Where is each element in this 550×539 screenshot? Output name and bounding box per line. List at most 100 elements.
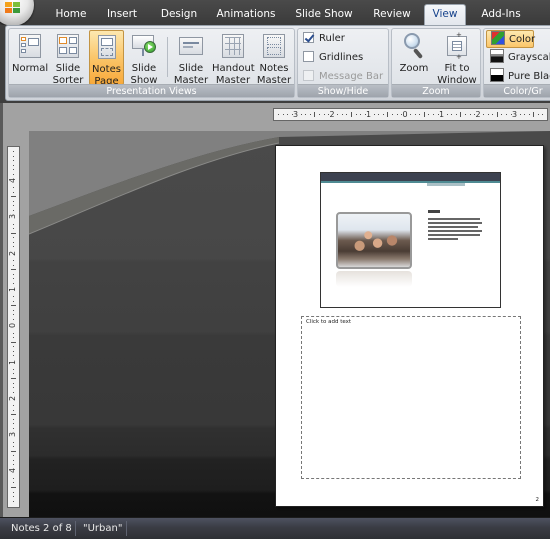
notes-placeholder-text: Click to add text [306, 319, 352, 325]
fit-to-window-icon: + + [444, 32, 470, 61]
ruler-tick [13, 350, 14, 352]
ruler-tick [13, 169, 14, 171]
notes-placeholder-box[interactable]: Click to add text [301, 316, 521, 479]
office-logo-icon [5, 2, 21, 14]
ruler-tick [410, 114, 412, 115]
color-button[interactable]: Color [486, 30, 535, 48]
ruler-tick [309, 114, 311, 115]
notes-master-button[interactable]: Notes Master [256, 30, 292, 86]
status-theme-name: "Urban" [83, 523, 123, 534]
tab-slide-show[interactable]: Slide Show [291, 6, 357, 26]
ruler-tick [501, 114, 503, 115]
slide-thumbnail[interactable] [320, 172, 501, 308]
grayscale-button[interactable]: Grayscale [486, 49, 550, 67]
ruler-tick [291, 114, 293, 115]
office-button[interactable] [0, 0, 34, 26]
notes-master-icon [261, 33, 287, 59]
ruler-tick [506, 114, 507, 115]
ruler-tick [13, 173, 14, 175]
ruler-tick [13, 296, 14, 298]
tab-home[interactable]: Home [52, 6, 90, 26]
slide-sorter-icon [55, 33, 81, 59]
ruler-tick [13, 337, 14, 339]
ruler-tick [13, 455, 14, 457]
ruler-tick [13, 259, 14, 261]
slide-text-line [428, 230, 482, 232]
normal-view-icon [17, 33, 43, 59]
photo-reflection [336, 271, 412, 287]
horizontal-ruler[interactable]: 3 2 1 0 1 2 3 [273, 108, 548, 121]
ruler-tick [13, 464, 14, 466]
tab-review[interactable]: Review [368, 6, 416, 26]
handout-master-button[interactable]: Handout Master [212, 30, 255, 86]
checkbox-unchecked-icon [303, 51, 314, 62]
slide-text-line [428, 238, 458, 240]
ruler-tick [528, 114, 530, 115]
ruler-checkbox[interactable]: Ruler [298, 30, 345, 48]
ruler-tick [414, 114, 416, 115]
ruler-tick [11, 378, 16, 379]
fit-to-window-label-1: Fit to [444, 63, 470, 74]
ruler-tick [496, 112, 498, 117]
gridlines-checkbox[interactable]: Gridlines [298, 49, 363, 67]
ruler-tick [13, 237, 14, 239]
ruler-tick [13, 496, 14, 498]
ruler-tick [314, 112, 316, 117]
zoom-button[interactable]: Zoom [395, 30, 433, 85]
slide-show-label-1: Slide [131, 63, 157, 74]
ruler-tick [13, 391, 14, 393]
ruler-tick [13, 309, 14, 311]
pure-black-label: Pure Black [508, 71, 550, 82]
slide-master-icon [178, 33, 204, 59]
ruler-tick [341, 114, 343, 115]
ruler-tick [13, 210, 14, 212]
ruler-tick [13, 241, 14, 243]
ruler-tick [11, 341, 16, 343]
ruler-tick [282, 114, 284, 115]
ruler-number: 0 [402, 110, 408, 119]
ruler-tick [11, 269, 16, 271]
tab-animations[interactable]: Animations [213, 6, 279, 26]
tab-design[interactable]: Design [155, 6, 203, 26]
tab-view[interactable]: View [424, 4, 466, 26]
magnifier-icon [401, 33, 427, 59]
ribbon: Normal Slide Sorter Notes Page Slide Sho… [0, 25, 550, 103]
ruler-tick [378, 114, 380, 115]
ruler-tick [13, 200, 14, 202]
status-slide-info: Notes 2 of 8 [11, 523, 72, 534]
ruler-tick [11, 305, 16, 307]
slide-header-bar [321, 173, 500, 181]
ruler-tick [350, 112, 352, 117]
ruler-tick [319, 114, 321, 115]
ruler-tick [464, 114, 466, 115]
notes-page-button[interactable]: Notes Page [89, 30, 124, 87]
ruler-tick [460, 112, 462, 117]
ruler-tick [519, 114, 521, 115]
tab-insert[interactable]: Insert [100, 6, 144, 26]
ruler-tick [11, 486, 16, 488]
workspace: 3210123 432101234 Click to add text 2 [0, 103, 550, 517]
vertical-ruler[interactable]: 4 3 2 1 0 1 2 3 4 [7, 146, 20, 508]
ribbon-tab-bar: Home Insert Design Animations Slide Show… [0, 0, 550, 26]
ruler-tick [469, 114, 471, 115]
ruler-tick [278, 114, 279, 115]
slide-show-button[interactable]: Slide Show [126, 30, 162, 86]
fit-to-window-button[interactable]: + + Fit to Window [436, 30, 478, 86]
checkbox-checked-icon [303, 32, 314, 43]
separator [167, 37, 168, 77]
normal-view-button[interactable]: Normal [12, 30, 48, 85]
slide-sorter-button[interactable]: Slide Sorter [50, 30, 86, 86]
pure-black-swatch-icon [490, 68, 504, 82]
ruler-tick [537, 114, 539, 115]
ruler-tick [13, 187, 14, 189]
ruler-tick [11, 232, 16, 234]
tab-add-ins[interactable]: Add-Ins [476, 6, 526, 26]
group-label-show-hide: Show/Hide [298, 84, 388, 97]
ruler-tick [474, 114, 476, 115]
ruler-number: 1 [8, 359, 18, 365]
ruler-tick [419, 114, 421, 115]
ruler-tick [13, 405, 14, 407]
notes-master-label-1: Notes [259, 63, 289, 74]
slide-master-button[interactable]: Slide Master [173, 30, 209, 86]
ruler-tick [524, 114, 526, 115]
